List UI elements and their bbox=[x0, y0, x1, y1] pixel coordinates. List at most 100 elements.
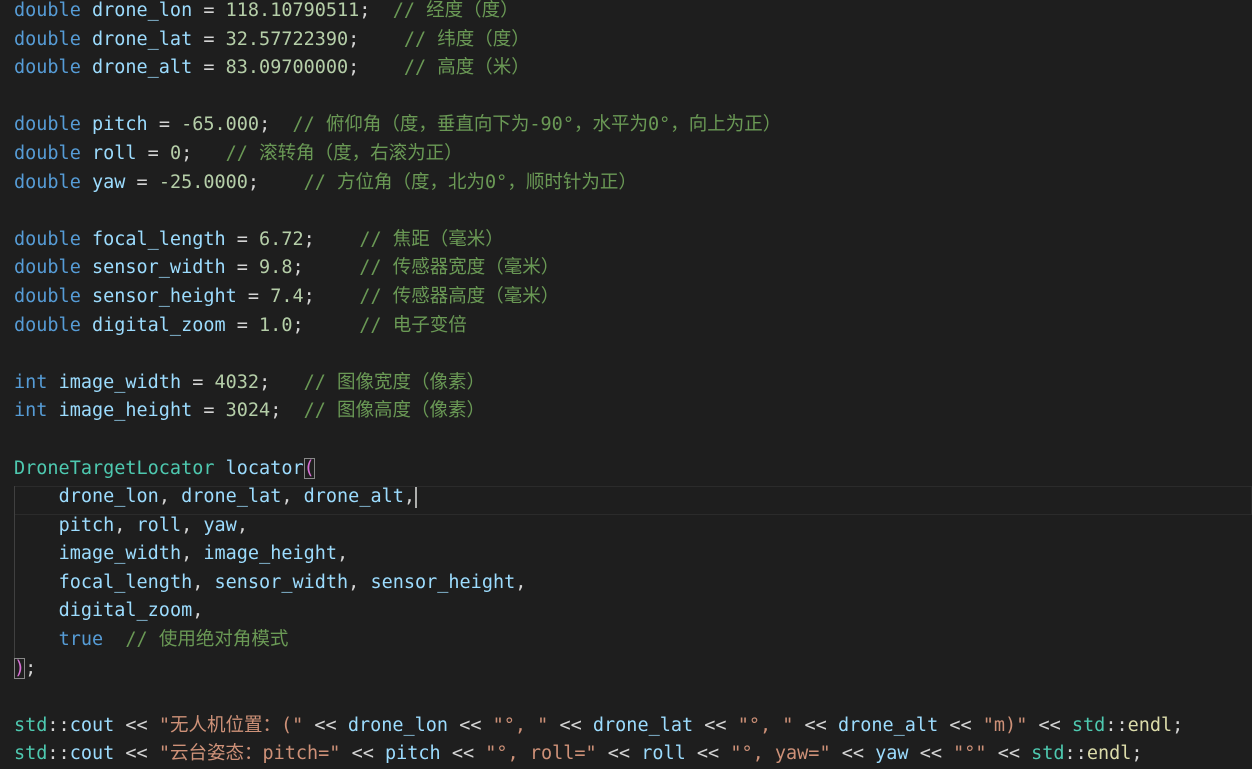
argument: drone_alt bbox=[303, 486, 404, 508]
number: 0 bbox=[169, 142, 182, 164]
keyword: true bbox=[58, 629, 104, 651]
string-literal: "云台姿态：pitch=" bbox=[158, 743, 341, 765]
variable: yaw bbox=[91, 171, 126, 193]
identifier: endl bbox=[1127, 714, 1173, 736]
string-literal: "°, " bbox=[737, 714, 794, 736]
identifier: pitch bbox=[385, 743, 441, 765]
code-line[interactable]: double pitch = -65.000; // 俯仰角（度，垂直向下为-9… bbox=[14, 114, 1252, 143]
code-line[interactable]: double focal_length = 6.72; // 焦距（毫米） bbox=[14, 229, 1252, 258]
number: 3024 bbox=[225, 400, 271, 422]
code-line-empty[interactable] bbox=[14, 200, 1252, 229]
keyword: double bbox=[14, 28, 81, 50]
code-line[interactable]: digital_zoom, bbox=[14, 600, 1252, 630]
variable: sensor_height bbox=[91, 285, 237, 307]
indent-guide bbox=[14, 629, 15, 658]
bracket-open: ( bbox=[303, 457, 315, 479]
comment: // 传感器高度（毫米） bbox=[359, 285, 560, 307]
code-line[interactable]: int image_width = 4032; // 图像宽度（像素） bbox=[14, 372, 1252, 401]
string-literal: "无人机位置：(" bbox=[158, 714, 304, 736]
bracket-close: ) bbox=[14, 657, 26, 679]
variable: drone_alt bbox=[91, 57, 193, 79]
string-literal: "°, yaw=" bbox=[730, 743, 831, 765]
argument: pitch bbox=[58, 514, 115, 536]
argument: yaw bbox=[203, 514, 237, 536]
variable: roll bbox=[91, 142, 137, 164]
code-line[interactable]: double digital_zoom = 1.0; // 电子变倍 bbox=[14, 315, 1252, 344]
code-line[interactable]: double yaw = -25.0000; // 方位角（度，北为0°，顺时针… bbox=[14, 172, 1252, 201]
argument: drone_lat bbox=[181, 486, 282, 508]
string-literal: "°" bbox=[953, 743, 987, 765]
code-line[interactable]: int image_height = 3024; // 图像高度（像素） bbox=[14, 400, 1252, 429]
identifier: drone_alt bbox=[837, 714, 939, 736]
indent-guide bbox=[14, 600, 15, 630]
code-line[interactable]: double drone_lat = 32.57722390; // 纬度（度） bbox=[14, 29, 1252, 58]
code-line[interactable]: focal_length, sensor_width, sensor_heigh… bbox=[14, 571, 1252, 601]
argument: image_width bbox=[58, 543, 182, 565]
comment: // 图像高度（像素） bbox=[303, 400, 486, 422]
number: 4032 bbox=[214, 371, 260, 393]
code-line[interactable]: double drone_lon = 118.10790511; // 经度（度… bbox=[14, 0, 1252, 29]
argument: drone_lon bbox=[58, 486, 159, 508]
keyword: double bbox=[14, 0, 81, 21]
code-line[interactable]: double sensor_width = 9.8; // 传感器宽度（毫米） bbox=[14, 257, 1252, 286]
code-line-empty[interactable] bbox=[14, 343, 1252, 372]
code-line[interactable]: double roll = 0; // 滚转角（度，右滚为正） bbox=[14, 143, 1252, 172]
variable: image_width bbox=[58, 371, 182, 393]
code-line[interactable]: DroneTargetLocator locator( bbox=[14, 457, 1252, 487]
variable: focal_length bbox=[91, 228, 226, 250]
keyword: double bbox=[14, 114, 81, 136]
identifier: cout bbox=[69, 714, 115, 736]
type-name: DroneTargetLocator bbox=[14, 457, 215, 479]
code-line[interactable]: pitch, roll, yaw, bbox=[14, 514, 1252, 544]
variable: sensor_width bbox=[91, 257, 226, 279]
argument: sensor_height bbox=[370, 571, 516, 593]
string-literal: "m)" bbox=[982, 714, 1028, 736]
identifier: drone_lon bbox=[347, 714, 449, 736]
argument: digital_zoom bbox=[58, 600, 193, 622]
number: 6.72 bbox=[259, 228, 304, 250]
indent-guide bbox=[14, 514, 15, 544]
identifier: roll bbox=[641, 743, 686, 765]
number: 7.4 bbox=[270, 285, 304, 307]
indent-guide bbox=[14, 571, 15, 601]
namespace: std bbox=[1031, 743, 1065, 765]
number: 32.57722390 bbox=[225, 28, 349, 50]
code-line[interactable]: true // 使用绝对角模式 bbox=[14, 629, 1252, 658]
string-literal: "°, roll=" bbox=[485, 743, 597, 765]
indent-guide bbox=[14, 486, 15, 515]
variable: image_height bbox=[58, 400, 193, 422]
text-cursor bbox=[415, 486, 418, 509]
variable: locator bbox=[225, 457, 304, 479]
keyword: int bbox=[14, 371, 48, 393]
number: 1.0 bbox=[259, 314, 293, 336]
number: -65.000 bbox=[181, 114, 260, 136]
comment: // 电子变倍 bbox=[359, 314, 467, 336]
code-editor[interactable]: double drone_lon = 118.10790511; // 经度（度… bbox=[0, 0, 1252, 769]
keyword: double bbox=[14, 57, 81, 79]
comment: // 滚转角（度，右滚为正） bbox=[225, 142, 463, 164]
code-line[interactable]: image_width, image_height, bbox=[14, 543, 1252, 572]
string-literal: "°, " bbox=[492, 714, 549, 736]
keyword: double bbox=[14, 228, 81, 250]
number: 83.09700000 bbox=[225, 57, 349, 79]
code-line-empty[interactable] bbox=[14, 686, 1252, 715]
code-line[interactable]: ); bbox=[14, 657, 1252, 687]
identifier: drone_lat bbox=[592, 714, 694, 736]
keyword: double bbox=[14, 142, 81, 164]
variable: drone_lon bbox=[91, 0, 193, 21]
code-line[interactable]: std::cout << "无人机位置：(" << drone_lon << "… bbox=[14, 715, 1252, 744]
code-line-empty[interactable] bbox=[14, 86, 1252, 115]
indent-guide bbox=[14, 543, 15, 572]
code-line[interactable]: double drone_alt = 83.09700000; // 高度（米） bbox=[14, 57, 1252, 86]
variable: drone_lat bbox=[91, 28, 193, 50]
comment: // 经度（度） bbox=[392, 0, 519, 21]
namespace: std bbox=[14, 714, 48, 736]
code-line-empty[interactable] bbox=[14, 429, 1252, 458]
keyword: double bbox=[14, 285, 81, 307]
identifier: cout bbox=[69, 743, 115, 765]
code-line-current[interactable]: drone_lon, drone_lat, drone_alt, bbox=[14, 486, 1252, 515]
argument: roll bbox=[136, 514, 182, 536]
variable: digital_zoom bbox=[91, 314, 226, 336]
code-line[interactable]: double sensor_height = 7.4; // 传感器高度（毫米） bbox=[14, 286, 1252, 315]
code-line[interactable]: std::cout << "云台姿态：pitch=" << pitch << "… bbox=[14, 743, 1252, 769]
